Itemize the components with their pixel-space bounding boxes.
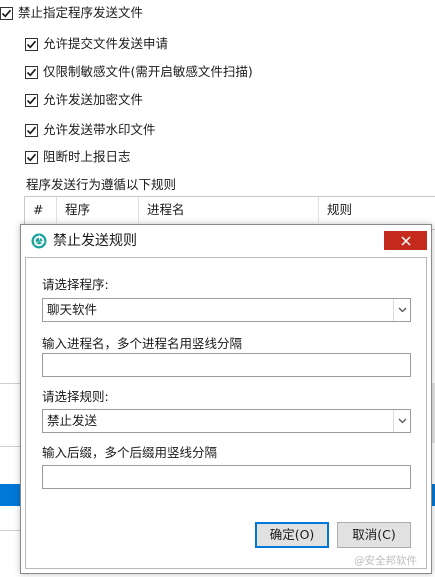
checkmark-icon <box>26 68 37 77</box>
allow-watermark-checkbox[interactable] <box>25 123 38 137</box>
column-header-program[interactable]: 程序 <box>57 197 139 223</box>
checkmark-icon <box>26 40 37 49</box>
block-send-label: 禁止指定程序发送文件 <box>18 5 144 20</box>
block-send-checkbox[interactable] <box>0 6 13 20</box>
block-send-checkbox-row[interactable]: 禁止指定程序发送文件 <box>0 4 143 22</box>
allow-encrypted-label: 允许发送加密文件 <box>43 92 144 107</box>
background-divider <box>0 530 20 531</box>
close-button[interactable] <box>384 231 427 250</box>
option-checkbox-row[interactable]: 允许发送加密文件 <box>25 91 143 109</box>
option-checkbox-row[interactable]: 仅限制敏感文件(需开启敏感文件扫描) <box>25 63 253 81</box>
rules-caption: 程序发送行为遵循以下规则 <box>26 177 177 192</box>
watermark-text: @安全邦软件 <box>354 555 417 567</box>
report-log-checkbox[interactable] <box>25 150 38 164</box>
allow-request-checkbox[interactable] <box>25 37 38 51</box>
process-label: 输入进程名，多个进程名用竖线分隔 <box>42 336 243 351</box>
dialog-titlebar[interactable]: 禁止发送规则 <box>21 225 431 257</box>
program-label: 请选择程序: <box>42 277 109 292</box>
option-checkbox-row[interactable]: 允许提交文件发送申请 <box>25 35 168 53</box>
cancel-button[interactable]: 取消(C) <box>337 522 411 548</box>
background-selection-bar <box>0 484 20 506</box>
sensitive-only-label: 仅限制敏感文件(需开启敏感文件扫描) <box>43 64 253 79</box>
sensitive-only-checkbox[interactable] <box>25 65 38 79</box>
background-divider <box>0 446 20 447</box>
chevron-down-icon <box>398 307 406 313</box>
suffix-label: 输入后缀，多个后缀用竖线分隔 <box>42 445 218 460</box>
column-header-process[interactable]: 进程名 <box>139 197 319 223</box>
rule-label: 请选择规则: <box>42 389 109 404</box>
chevron-down-icon <box>398 418 406 424</box>
checkmark-icon <box>26 153 37 162</box>
allow-watermark-label: 允许发送带水印文件 <box>43 122 156 137</box>
close-icon <box>400 235 411 246</box>
checkmark-icon <box>26 96 37 105</box>
ok-button[interactable]: 确定(O) <box>255 522 329 548</box>
allow-request-label: 允许提交文件发送申请 <box>43 36 169 51</box>
dialog-title: 禁止发送规则 <box>53 233 137 249</box>
column-header-rule[interactable]: 规则 <box>319 197 435 223</box>
option-checkbox-row[interactable]: 阻断时上报日志 <box>25 148 131 166</box>
suffix-input[interactable] <box>42 465 411 489</box>
process-name-input[interactable] <box>42 353 411 377</box>
column-header-index[interactable]: # <box>25 197 57 223</box>
program-select[interactable]: 聊天软件 <box>42 298 411 322</box>
program-select-value: 聊天软件 <box>47 302 98 317</box>
background-divider <box>0 383 20 384</box>
block-send-rule-dialog: 禁止发送规则 请选择程序: 聊天软件 输入进程名，多个进程名用竖线分隔 请选择规… <box>20 224 432 574</box>
rule-select-value: 禁止发送 <box>47 413 98 428</box>
program-select-arrow[interactable] <box>393 299 410 321</box>
checkmark-icon <box>26 126 37 135</box>
allow-encrypted-checkbox[interactable] <box>25 93 38 107</box>
rule-select[interactable]: 禁止发送 <box>42 409 411 433</box>
app-logo-icon <box>31 233 47 249</box>
rule-select-arrow[interactable] <box>393 410 410 432</box>
checkmark-icon <box>1 9 12 18</box>
report-log-label: 阻断时上报日志 <box>43 149 131 164</box>
option-checkbox-row[interactable]: 允许发送带水印文件 <box>25 121 156 139</box>
